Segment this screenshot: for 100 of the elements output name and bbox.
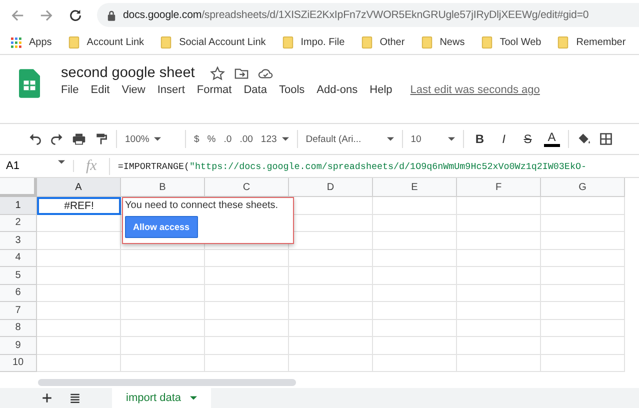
- table-cell[interactable]: [541, 302, 625, 320]
- sheet-tab[interactable]: import data: [112, 388, 212, 408]
- menu-item[interactable]: Tools: [278, 84, 305, 96]
- table-cell[interactable]: [121, 320, 205, 337]
- bookmark[interactable]: News: [420, 36, 465, 48]
- column-header[interactable]: B: [121, 178, 205, 197]
- bookmark[interactable]: Account Link: [68, 36, 144, 48]
- undo-icon[interactable]: [28, 132, 42, 146]
- column-header[interactable]: E: [373, 178, 457, 197]
- fill-color-icon[interactable]: [576, 132, 591, 146]
- table-cell[interactable]: [457, 267, 541, 284]
- table-cell[interactable]: [37, 302, 121, 320]
- table-cell[interactable]: [289, 302, 373, 320]
- table-cell[interactable]: [457, 354, 541, 372]
- sheets-logo-icon[interactable]: [19, 69, 40, 98]
- text-color-button[interactable]: A: [544, 131, 560, 147]
- redo-icon[interactable]: [50, 132, 64, 146]
- row-header[interactable]: 5: [0, 267, 37, 284]
- increase-decimal-button[interactable]: .00: [240, 134, 253, 144]
- row-header[interactable]: 4: [0, 250, 37, 267]
- table-cell[interactable]: [205, 302, 289, 320]
- column-header[interactable]: C: [205, 178, 289, 197]
- table-cell[interactable]: [37, 214, 121, 232]
- table-cell[interactable]: [205, 284, 289, 302]
- table-cell[interactable]: [457, 214, 541, 232]
- menu-item[interactable]: Data: [244, 84, 267, 96]
- table-cell[interactable]: [289, 320, 373, 337]
- table-cell[interactable]: [121, 267, 205, 284]
- cell-reference[interactable]: A1: [0, 160, 74, 172]
- select-all-corner[interactable]: [0, 178, 37, 197]
- menu-item[interactable]: Insert: [157, 84, 185, 96]
- paint-format-icon[interactable]: [94, 132, 108, 146]
- table-cell[interactable]: [289, 284, 373, 302]
- table-cell[interactable]: [541, 267, 625, 284]
- table-cell[interactable]: [37, 232, 121, 250]
- table-cell[interactable]: [121, 250, 205, 267]
- row-header[interactable]: 3: [0, 232, 37, 250]
- table-cell[interactable]: [37, 284, 121, 302]
- bookmark[interactable]: Remember: [557, 36, 626, 48]
- row-header[interactable]: 1: [0, 197, 37, 214]
- table-cell[interactable]: [37, 267, 121, 284]
- column-header[interactable]: D: [289, 178, 373, 197]
- font-dropdown[interactable]: Default (Ari...: [306, 134, 394, 144]
- table-cell[interactable]: [121, 302, 205, 320]
- bold-button[interactable]: B: [472, 132, 488, 146]
- row-header[interactable]: 9: [0, 337, 37, 354]
- table-cell[interactable]: [457, 337, 541, 354]
- table-cell[interactable]: [289, 267, 373, 284]
- table-cell[interactable]: [373, 214, 457, 232]
- row-header[interactable]: 10: [0, 354, 37, 372]
- table-cell[interactable]: [289, 337, 373, 354]
- menu-icon[interactable]: [68, 391, 82, 405]
- zoom-dropdown[interactable]: 100%: [125, 134, 177, 144]
- row-header[interactable]: 7: [0, 302, 37, 320]
- table-cell[interactable]: [373, 354, 457, 372]
- column-header[interactable]: F: [457, 178, 541, 197]
- italic-button[interactable]: I: [496, 132, 512, 146]
- row-header[interactable]: 6: [0, 284, 37, 302]
- table-cell[interactable]: [205, 320, 289, 337]
- borders-icon[interactable]: [598, 132, 613, 146]
- back-icon[interactable]: [10, 8, 25, 22]
- bookmark[interactable]: Tool Web: [480, 36, 542, 48]
- table-cell[interactable]: [121, 354, 205, 372]
- table-cell[interactable]: [541, 232, 625, 250]
- table-cell[interactable]: #REF!: [37, 197, 121, 214]
- table-cell[interactable]: [205, 250, 289, 267]
- allow-access-button[interactable]: Allow access: [125, 216, 198, 238]
- menu-item[interactable]: File: [61, 84, 79, 96]
- add-icon[interactable]: [40, 391, 54, 405]
- table-cell[interactable]: [373, 197, 457, 214]
- last-edit-link[interactable]: Last edit was seconds ago: [410, 84, 540, 96]
- bookmark[interactable]: Apps: [10, 36, 52, 48]
- table-cell[interactable]: [457, 250, 541, 267]
- row-header[interactable]: 2: [0, 214, 37, 232]
- table-cell[interactable]: [457, 197, 541, 214]
- document-title[interactable]: second google sheet: [61, 65, 195, 81]
- table-cell[interactable]: [121, 284, 205, 302]
- table-cell[interactable]: [541, 197, 625, 214]
- table-cell[interactable]: [541, 214, 625, 232]
- table-cell[interactable]: [373, 302, 457, 320]
- reload-icon[interactable]: [68, 8, 83, 22]
- font-size-dropdown[interactable]: 10: [410, 134, 455, 144]
- table-cell[interactable]: [373, 337, 457, 354]
- move-folder-icon[interactable]: [234, 66, 249, 80]
- star-icon[interactable]: [210, 66, 225, 80]
- table-cell[interactable]: [373, 284, 457, 302]
- table-cell[interactable]: [373, 232, 457, 250]
- formula-input[interactable]: =IMPORTRANGE("https://docs.google.com/spreadsheets/d/1O9q6nWmUm9Hc52xVo0Wz1q2IW03EkO-: [110, 160, 586, 172]
- table-cell[interactable]: [541, 337, 625, 354]
- table-cell[interactable]: [541, 284, 625, 302]
- table-cell[interactable]: [37, 354, 121, 372]
- menu-item[interactable]: Help: [370, 84, 392, 96]
- table-cell[interactable]: [205, 354, 289, 372]
- table-cell[interactable]: [37, 250, 121, 267]
- column-header[interactable]: A: [37, 178, 121, 197]
- table-cell[interactable]: [541, 320, 625, 337]
- table-cell[interactable]: [37, 337, 121, 354]
- percent-button[interactable]: %: [207, 134, 216, 144]
- table-cell[interactable]: [541, 354, 625, 372]
- table-cell[interactable]: [289, 250, 373, 267]
